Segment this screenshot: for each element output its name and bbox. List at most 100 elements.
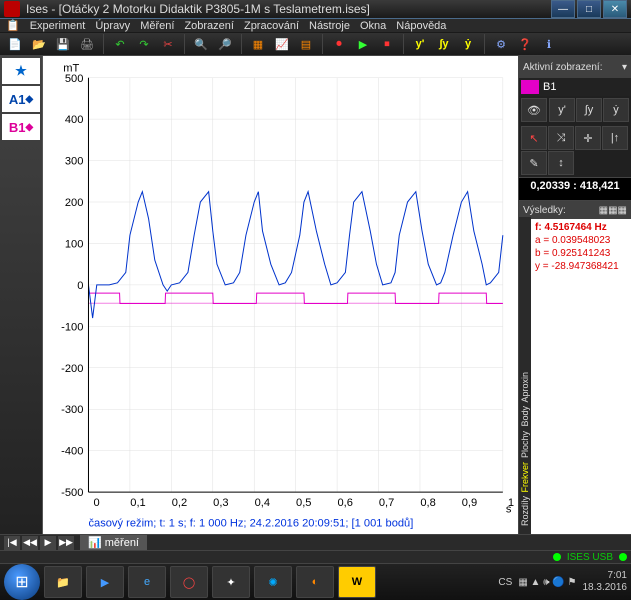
nav-prev-button[interactable]: ◀◀ [22, 536, 38, 550]
minimize-button[interactable]: — [551, 0, 575, 18]
channel-color-swatch [521, 80, 539, 94]
y-unit-label: mT [63, 63, 79, 75]
task-explorer-icon[interactable]: 📁 [44, 566, 82, 598]
tool-zoomin-icon[interactable]: 🔍 [190, 33, 212, 55]
start-button[interactable]: ⊞ [4, 564, 40, 600]
task-word-icon[interactable]: W [338, 566, 376, 598]
title-bar: Ises - [Otáčky 2 Motorku Didaktik P3805-… [0, 0, 631, 19]
tool-undo-icon[interactable]: ↶ [109, 33, 131, 55]
nav-play-button[interactable]: ▶ [40, 536, 56, 550]
results-toolbar-icon[interactable]: ▦▦▦ [599, 205, 627, 216]
conn-led-icon [553, 553, 561, 561]
svg-text:400: 400 [65, 114, 84, 126]
tab-aproxin[interactable]: Aproxin [520, 372, 530, 403]
tab-plochy[interactable]: Plochy [520, 431, 530, 458]
results-values: f: 4.5167464 Hz a = 0.039548023 b = 0.92… [531, 217, 631, 277]
svg-text:0,3: 0,3 [213, 497, 228, 509]
task-media-icon[interactable]: ▶ [86, 566, 124, 598]
tab-rozdily[interactable]: Rozdíly [520, 496, 530, 526]
svg-text:-500: -500 [61, 487, 83, 499]
tool-deriv-icon[interactable]: ẏ [457, 33, 479, 55]
nav-first-button[interactable]: |◀ [4, 536, 20, 550]
right-panel: Aktivní zobrazení:▾ B1 👁 y' ∫y ẏ ↖ ⤨ ✛ |… [518, 56, 631, 534]
tool-open-icon[interactable]: 📂 [28, 33, 50, 55]
measure-tab[interactable]: 📊 měření [80, 535, 147, 550]
task-ie-icon[interactable]: e [128, 566, 166, 598]
crosshair-icon[interactable]: ⤨ [548, 126, 574, 150]
channel-row[interactable]: B1 [519, 78, 631, 96]
tool-play-icon[interactable]: ▶ [352, 33, 374, 55]
plot-footer: časový režim; t: 1 s; f: 1 000 Hz; 24.2.… [88, 518, 413, 530]
task-app1-icon[interactable]: ✦ [212, 566, 250, 598]
task-ises-icon[interactable]: ✺ [254, 566, 292, 598]
menu-windows[interactable]: Okna [360, 20, 386, 32]
lang-indicator[interactable]: CS [498, 577, 512, 588]
active-view-header: Aktivní zobrazení:▾ [519, 56, 631, 78]
nav-next-button[interactable]: ▶▶ [58, 536, 74, 550]
app-menu-icon[interactable]: 📋 [6, 19, 20, 32]
plot-area[interactable]: -500-400-300-200-100010020030040050000,1… [43, 56, 518, 534]
close-button[interactable]: ✕ [603, 0, 627, 18]
results-tab-strip: Aproxin Body Plochy Frekver Rozdíly [519, 217, 531, 534]
menu-tools[interactable]: Nástroje [309, 20, 350, 32]
tool-zoomout-icon[interactable]: 🔎 [214, 33, 236, 55]
integral-button[interactable]: ∫y [576, 98, 602, 122]
svg-text:0,1: 0,1 [130, 497, 145, 509]
tool-stop-icon[interactable]: ⏹ [376, 33, 398, 55]
task-chrome-icon[interactable]: ◯ [170, 566, 208, 598]
channel-b1[interactable]: B1◆ [2, 114, 40, 140]
menu-process[interactable]: Zpracování [244, 20, 299, 32]
menu-help[interactable]: Nápověda [396, 20, 446, 32]
tool-integral-icon[interactable]: ∫y [433, 33, 455, 55]
tool-yprime-icon[interactable]: y' [409, 33, 431, 55]
vresize-icon[interactable]: ↕ [548, 151, 574, 175]
menu-edit[interactable]: Úpravy [95, 20, 130, 32]
clock[interactable]: 7:01 18.3.2016 [583, 570, 628, 594]
tray-icons[interactable]: ▦ ▲ 🕪 🔵 ⚑ [518, 577, 576, 588]
svg-text:0,9: 0,9 [462, 497, 477, 509]
a-value: a = 0.039548023 [535, 234, 627, 247]
freq-value: f: 4.5167464 Hz [535, 221, 627, 234]
tool-info-icon[interactable]: ℹ [538, 33, 560, 55]
channel-label: B1 [543, 81, 556, 93]
y-value: y = -28.947368421 [535, 260, 627, 273]
svg-text:0,8: 0,8 [420, 497, 435, 509]
pen-icon[interactable]: ✎ [521, 151, 547, 175]
menu-measure[interactable]: Měření [140, 20, 174, 32]
task-app2-icon[interactable]: ◐ [296, 566, 334, 598]
svg-text:300: 300 [65, 156, 84, 168]
menu-experiment[interactable]: Experiment [30, 20, 86, 32]
tool-chart-icon[interactable]: 📈 [271, 33, 293, 55]
connection-status: ISES USB [567, 552, 613, 563]
pointer-icon[interactable]: ↖ [521, 126, 547, 150]
nav-bar: |◀ ◀◀ ▶ ▶▶ 📊 měření [0, 534, 631, 550]
plus-icon[interactable]: ✛ [575, 126, 601, 150]
tab-frekver[interactable]: Frekver [520, 462, 530, 493]
svg-text:0: 0 [77, 280, 83, 292]
b-value: b = 0.925141243 [535, 247, 627, 260]
svg-text:0,5: 0,5 [296, 497, 311, 509]
tool-help-icon[interactable]: ❓ [514, 33, 536, 55]
deriv-button[interactable]: ẏ [603, 98, 629, 122]
tool-new-icon[interactable]: 📄 [4, 33, 26, 55]
tool-cut-icon[interactable]: ✂ [157, 33, 179, 55]
tab-body[interactable]: Body [520, 406, 530, 427]
tool-record-icon[interactable]: ⏺ [328, 33, 350, 55]
status-bar: ISES USB [0, 550, 631, 563]
menu-view[interactable]: Zobrazení [184, 20, 234, 32]
tool-print-icon[interactable]: 🖨 [76, 33, 98, 55]
channel-star[interactable]: ★ [2, 58, 40, 84]
cursor-coord: 0,20339 : 418,421 [519, 177, 631, 201]
tool-table-icon[interactable]: ▤ [295, 33, 317, 55]
eye-icon[interactable]: 👁 [521, 98, 547, 122]
channel-a1[interactable]: A1◆ [2, 86, 40, 112]
dropdown-icon[interactable]: ▾ [622, 62, 627, 73]
tool-redo-icon[interactable]: ↷ [133, 33, 155, 55]
yprime-button[interactable]: y' [549, 98, 575, 122]
tool-settings-icon[interactable]: ⚙ [490, 33, 512, 55]
maximize-button[interactable]: □ [577, 0, 601, 18]
app-icon [4, 1, 20, 17]
tool-save-icon[interactable]: 💾 [52, 33, 74, 55]
ruler-icon[interactable]: |↑ [602, 126, 628, 150]
tool-grid-icon[interactable]: ▦ [247, 33, 269, 55]
